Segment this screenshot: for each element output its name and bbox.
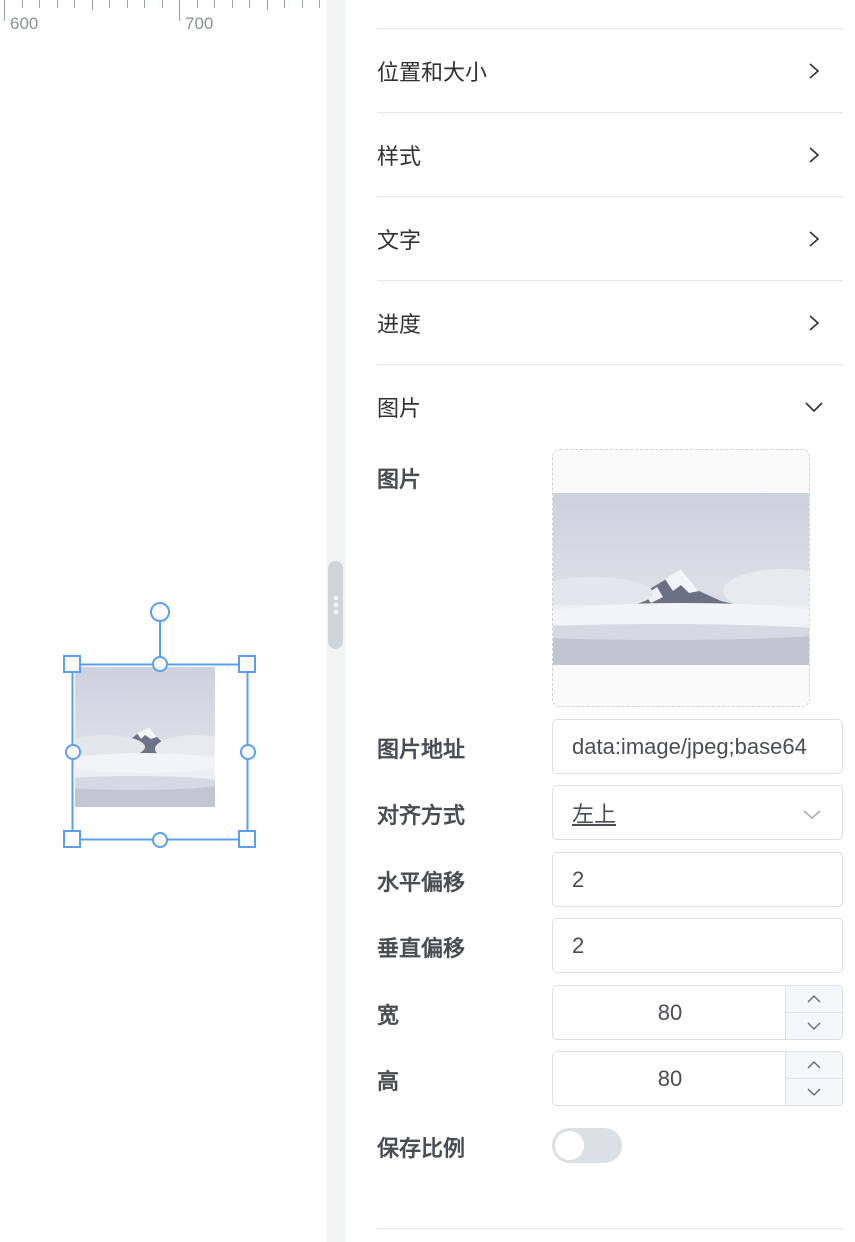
- alignment-label: 对齐方式: [377, 804, 466, 829]
- design-canvas[interactable]: 600 700: [0, 0, 327, 1242]
- width-value[interactable]: 80: [553, 1000, 787, 1026]
- chevron-down-icon: [807, 1022, 821, 1030]
- height-number-input[interactable]: 80: [552, 1051, 843, 1106]
- chevron-up-icon: [807, 1061, 821, 1069]
- width-decrease-button[interactable]: [786, 1013, 842, 1039]
- section-title: 文字: [377, 229, 422, 254]
- resize-handle-left[interactable]: [65, 744, 81, 760]
- resize-handle-bottom-right[interactable]: [238, 830, 256, 848]
- resize-handle-top-left[interactable]: [63, 655, 81, 673]
- panel-splitter[interactable]: [327, 0, 345, 1242]
- divider: [377, 1228, 843, 1229]
- offset-x-input[interactable]: 2: [552, 852, 843, 907]
- alignment-select[interactable]: 左上: [552, 785, 843, 840]
- section-title: 图片: [377, 397, 422, 422]
- width-stepper: [785, 986, 842, 1039]
- section-title: 位置和大小: [377, 61, 488, 86]
- keep-ratio-label: 保存比例: [377, 1137, 466, 1162]
- resize-handle-right[interactable]: [240, 744, 256, 760]
- chevron-right-icon: [809, 315, 820, 331]
- chevron-right-icon: [809, 63, 820, 79]
- chevron-down-icon: [805, 402, 823, 413]
- resize-handle-top[interactable]: [152, 656, 168, 672]
- chevron-right-icon: [809, 231, 820, 247]
- ruler-ticks: [4, 0, 320, 21]
- section-title: 样式: [377, 145, 422, 170]
- rotate-handle[interactable]: [150, 602, 170, 622]
- resize-handle-bottom[interactable]: [152, 832, 168, 848]
- section-position-size[interactable]: 位置和大小: [377, 29, 843, 113]
- height-increase-button[interactable]: [786, 1052, 842, 1079]
- offset-y-value: 2: [572, 932, 585, 958]
- section-progress[interactable]: 进度: [377, 281, 843, 365]
- section-style[interactable]: 样式: [377, 113, 843, 197]
- image-uploader[interactable]: [552, 449, 810, 707]
- resize-handle-bottom-left[interactable]: [63, 830, 81, 848]
- image-label: 图片: [377, 468, 422, 493]
- mountain-photo-icon: [75, 667, 215, 807]
- keep-ratio-switch[interactable]: [552, 1128, 622, 1163]
- section-image[interactable]: 图片: [377, 365, 843, 449]
- width-label: 宽: [377, 1004, 400, 1029]
- switch-knob: [555, 1131, 584, 1160]
- resize-handle-top-right[interactable]: [238, 655, 256, 673]
- width-number-input[interactable]: 80: [552, 985, 843, 1040]
- height-stepper: [785, 1052, 842, 1105]
- chevron-right-icon: [809, 147, 820, 163]
- chevron-up-icon: [807, 995, 821, 1003]
- height-label: 高: [377, 1070, 400, 1095]
- mountain-photo-icon: [553, 493, 809, 665]
- offset-x-label: 水平偏移: [377, 871, 466, 896]
- section-title: 进度: [377, 313, 422, 338]
- canvas-image-element[interactable]: [75, 667, 215, 807]
- section-text[interactable]: 文字: [377, 197, 843, 281]
- ruler-label-700: 700: [185, 14, 214, 33]
- height-decrease-button[interactable]: [786, 1079, 842, 1105]
- chevron-down-icon: [807, 1088, 821, 1096]
- splitter-drag-handle[interactable]: [328, 561, 343, 649]
- offset-y-label: 垂直偏移: [377, 937, 466, 962]
- offset-y-input[interactable]: 2: [552, 918, 843, 973]
- image-url-label: 图片地址: [377, 738, 466, 763]
- horizontal-ruler: 600 700: [0, 0, 327, 40]
- image-url-input[interactable]: data:image/jpeg;base64: [552, 719, 843, 774]
- ruler-label-600: 600: [10, 14, 39, 33]
- properties-panel: 位置和大小 样式 文字 进度 图片 图片 图片地址 data:image/jpe…: [345, 0, 855, 1242]
- offset-x-value: 2: [572, 866, 585, 892]
- image-url-value: data:image/jpeg;base64: [572, 733, 807, 759]
- height-value[interactable]: 80: [553, 1066, 787, 1092]
- chevron-down-icon: [803, 810, 821, 819]
- alignment-value: 左上: [572, 802, 617, 828]
- width-increase-button[interactable]: [786, 986, 842, 1013]
